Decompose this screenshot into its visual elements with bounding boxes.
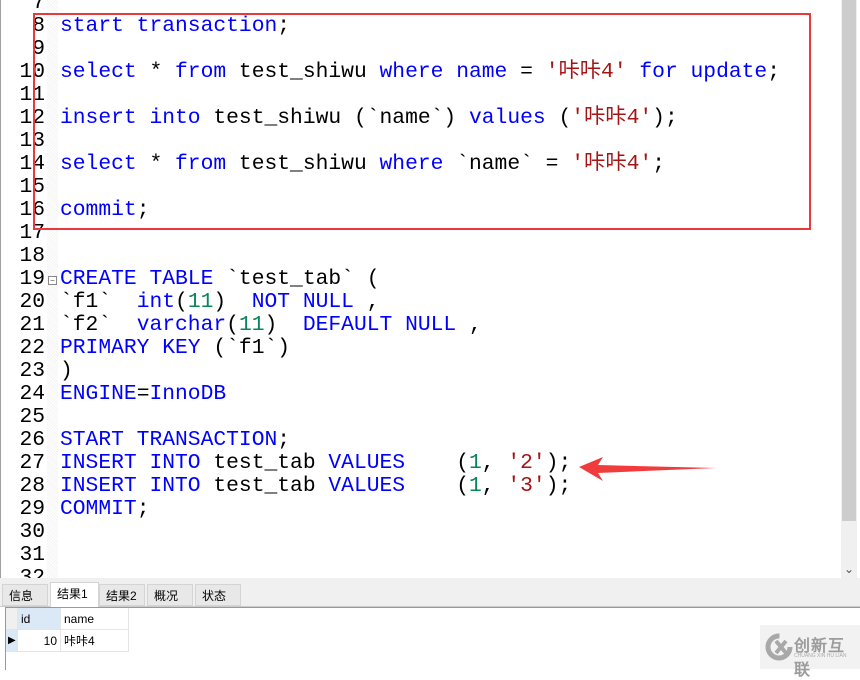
code-token: VALUES bbox=[328, 474, 406, 498]
cell-id[interactable]: 10 bbox=[18, 630, 61, 652]
code-token: NOT NULL bbox=[251, 290, 354, 314]
line-number: 30 bbox=[19, 520, 45, 544]
code-token: COMMIT bbox=[60, 497, 137, 521]
code-token: 1 bbox=[469, 451, 482, 475]
fold-toggle-icon[interactable]: − bbox=[48, 276, 57, 285]
scrollbar-thumb[interactable] bbox=[842, 0, 856, 521]
code-token: (`f1`) bbox=[200, 336, 291, 360]
code-line: ) bbox=[60, 360, 73, 383]
logo-icon bbox=[765, 633, 793, 661]
code-token: , bbox=[481, 451, 508, 475]
line-number: 23 bbox=[19, 359, 45, 383]
line-number: 28 bbox=[19, 474, 45, 498]
code-line: INSERT INTO test_tab VALUES (1, '2'); bbox=[60, 452, 571, 475]
code-token: `f2` bbox=[60, 313, 137, 337]
code-line: START TRANSACTION; bbox=[60, 429, 290, 452]
code-token: '2' bbox=[507, 451, 546, 475]
code-token: CREATE TABLE bbox=[60, 267, 214, 291]
code-line: COMMIT; bbox=[60, 498, 149, 521]
line-number: 19 bbox=[19, 267, 45, 291]
line-number: 31 bbox=[19, 543, 45, 567]
line-number: 25 bbox=[19, 405, 45, 429]
line-number: 24 bbox=[19, 382, 45, 406]
code-line: INSERT INTO test_tab VALUES (1, '3'); bbox=[60, 475, 571, 498]
arrow-icon bbox=[579, 457, 716, 481]
cell-name[interactable]: 咔咔4 bbox=[61, 630, 129, 652]
code-token: VALUES bbox=[328, 451, 406, 475]
code-token: ) bbox=[60, 359, 73, 383]
code-token: INSERT INTO bbox=[60, 474, 201, 498]
line-number: 18 bbox=[19, 244, 45, 268]
column-header-name[interactable]: name bbox=[61, 608, 129, 630]
code-token: InnoDB bbox=[149, 382, 227, 406]
watermark-subtext: CHUANG XIN HU LIAN bbox=[794, 653, 847, 659]
watermark-logo: 创新互联 CHUANG XIN HU LIAN bbox=[760, 625, 860, 679]
code-token: INSERT INTO bbox=[60, 451, 201, 475]
tab-1[interactable]: 结果1 bbox=[50, 582, 99, 607]
code-token: varchar bbox=[136, 313, 227, 337]
code-token: ; bbox=[277, 428, 291, 452]
line-number: 29 bbox=[19, 497, 45, 521]
code-token: ; bbox=[136, 497, 150, 521]
code-token: ( bbox=[226, 313, 239, 337]
code-token: START TRANSACTION bbox=[60, 428, 278, 452]
code-token: test_tab bbox=[200, 474, 329, 498]
code-token: 11 bbox=[238, 313, 265, 337]
line-number: 26 bbox=[19, 428, 45, 452]
code-token: 11 bbox=[187, 290, 214, 314]
code-token: , bbox=[353, 290, 380, 314]
tab-3[interactable]: 概况 bbox=[147, 584, 193, 606]
code-token: PRIMARY KEY bbox=[60, 336, 201, 360]
code-token: ) bbox=[264, 313, 303, 337]
tab-0[interactable]: 信息 bbox=[2, 584, 48, 606]
result-grid[interactable]: id name ▶ 10 咔咔4 bbox=[5, 607, 860, 670]
code-token: `test_tab` ( bbox=[213, 267, 380, 291]
code-token: '3' bbox=[507, 474, 546, 498]
code-token: `f1` bbox=[60, 290, 137, 314]
arrow-annotation bbox=[579, 457, 716, 481]
code-line: CREATE TABLE `test_tab` ( bbox=[60, 268, 380, 291]
code-token: test_tab bbox=[200, 451, 329, 475]
code-token: ( bbox=[405, 474, 469, 498]
result-tabs: 信息 结果1 结果2 概况 状态 bbox=[0, 578, 860, 607]
code-token: = bbox=[136, 382, 150, 406]
row-header-corner bbox=[6, 608, 18, 630]
code-token: , bbox=[481, 474, 508, 498]
code-token: ); bbox=[545, 474, 572, 498]
column-header-id[interactable]: id bbox=[18, 608, 61, 630]
code-token: ENGINE bbox=[60, 382, 137, 406]
code-token: 1 bbox=[469, 474, 482, 498]
tab-2[interactable]: 结果2 bbox=[99, 584, 145, 606]
code-token: ( bbox=[175, 290, 188, 314]
tab-4[interactable]: 状态 bbox=[195, 584, 241, 606]
sql-editor[interactable]: 7 8 9 10 11 12 13 14 15 16 17 18 19 20 21 22 23 24 25 26 27 2… bbox=[0, 0, 842, 578]
line-number: 21 bbox=[19, 313, 45, 337]
line-number: 22 bbox=[19, 336, 45, 360]
scroll-down-arrow-icon[interactable]: ⌄ bbox=[841, 560, 857, 578]
vertical-scrollbar[interactable]: ⌄ bbox=[841, 0, 857, 578]
line-number: 27 bbox=[19, 451, 45, 475]
code-token: ); bbox=[545, 451, 572, 475]
code-line: `f2` varchar(11) DEFAULT NULL , bbox=[60, 314, 482, 337]
code-line: PRIMARY KEY (`f1`) bbox=[60, 337, 290, 360]
highlight-box bbox=[33, 13, 811, 230]
code-token: int bbox=[136, 290, 176, 314]
row-selector-icon[interactable]: ▶ bbox=[6, 630, 18, 652]
code-token: DEFAULT NULL bbox=[302, 313, 457, 337]
code-token: ) bbox=[213, 290, 252, 314]
code-line: `f1` int(11) NOT NULL , bbox=[60, 291, 380, 314]
code-line: ENGINE=InnoDB bbox=[60, 383, 226, 406]
line-number: 32 bbox=[19, 566, 45, 579]
code-token: , bbox=[456, 313, 482, 337]
line-number: 20 bbox=[19, 290, 45, 314]
code-token: ( bbox=[405, 451, 469, 475]
